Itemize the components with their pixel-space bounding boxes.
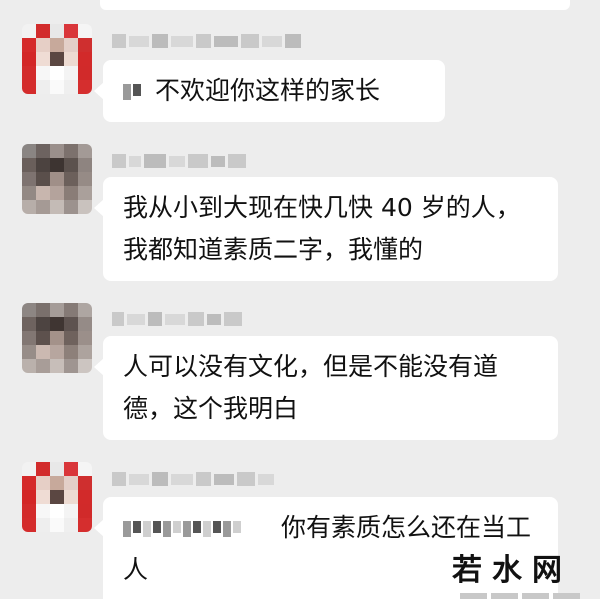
message-text: 人可以没有文化，但是不能没有道德，这个我明白 — [123, 352, 499, 423]
message-bubble[interactable]: 人可以没有文化，但是不能没有道德，这个我明白 — [94, 336, 558, 440]
watermark-logo: 若水网 — [452, 553, 572, 588]
watermark-subtext — [460, 593, 580, 599]
message-bubble[interactable]: 我从小到大现在快几快 40 岁的人，我都知道素质二字，我懂的 — [94, 177, 558, 281]
sender-name-blurred — [112, 32, 301, 50]
blurred-text — [123, 521, 241, 537]
sender-name-blurred — [112, 310, 242, 328]
message-text: 我从小到大现在快几快 40 岁的人，我都知道素质二字，我懂的 — [123, 193, 521, 264]
avatar-icon[interactable] — [22, 144, 92, 214]
avatar-icon[interactable] — [22, 462, 92, 532]
avatar-icon[interactable] — [22, 303, 92, 373]
message-text: 不欢迎你这样的家长 — [155, 76, 381, 105]
message-bubble[interactable]: 不欢迎你这样的家长 — [94, 60, 445, 122]
sender-name-blurred — [112, 470, 274, 488]
avatar-icon[interactable] — [22, 24, 92, 94]
previous-message-bubble — [100, 0, 570, 10]
blurred-text — [123, 84, 141, 100]
sender-name-blurred — [112, 152, 246, 170]
